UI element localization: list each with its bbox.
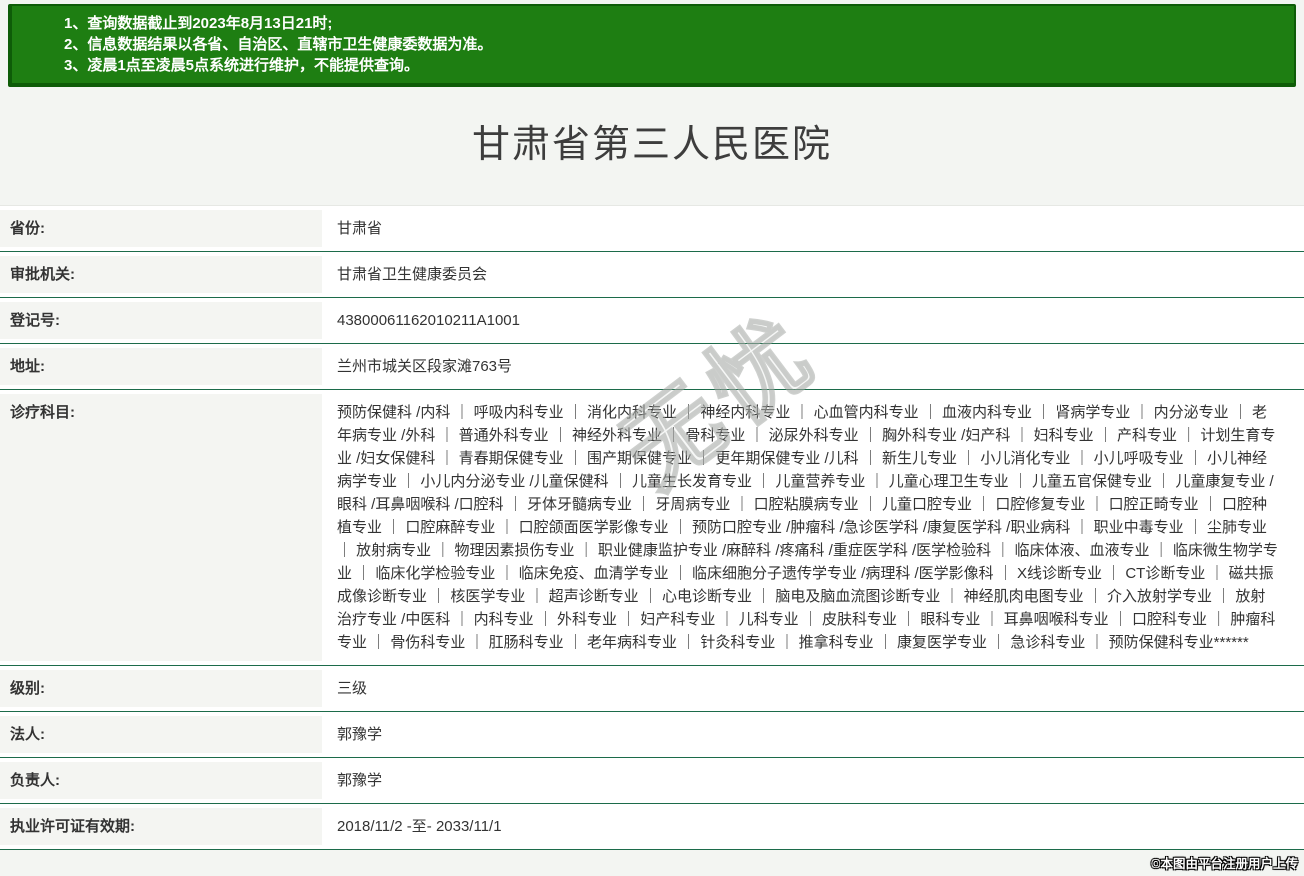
field-value: 43800061162010211A1001: [322, 298, 1304, 343]
hospital-info-table: 省份: 甘肃省 审批机关: 甘肃省卫生健康委员会 登记号: 4380006116…: [0, 205, 1304, 850]
field-label: 省份:: [0, 206, 322, 251]
hospital-title: 甘肃省第三人民医院: [0, 87, 1304, 167]
field-value: 预防保健科 /内科 ｜ 呼吸内科专业 ｜ 消化内科专业 ｜ 神经内科专业 ｜ 心…: [322, 390, 1304, 665]
table-row: 审批机关: 甘肃省卫生健康委员会: [0, 252, 1304, 298]
field-label: 审批机关:: [0, 252, 322, 297]
field-label: 地址:: [0, 344, 322, 389]
field-label: 登记号:: [0, 298, 322, 343]
field-value: 甘肃省卫生健康委员会: [322, 252, 1304, 297]
field-value: 郭豫学: [322, 758, 1304, 803]
field-label: 级别:: [0, 666, 322, 711]
field-value: 三级: [322, 666, 1304, 711]
notice-line: 2、信息数据结果以各省、自治区、直辖市卫生健康委数据为准。: [64, 34, 1284, 55]
table-row: 级别: 三级: [0, 666, 1304, 712]
table-row: 法人: 郭豫学: [0, 712, 1304, 758]
field-label: 执业许可证有效期:: [0, 804, 322, 849]
field-value: 郭豫学: [322, 712, 1304, 757]
field-label: 诊疗科目:: [0, 390, 322, 665]
table-row: 执业许可证有效期: 2018/11/2 -至- 2033/11/1: [0, 804, 1304, 850]
table-row: 地址: 兰州市城关区段家滩763号: [0, 344, 1304, 390]
table-row: 省份: 甘肃省: [0, 206, 1304, 252]
field-value: 兰州市城关区段家滩763号: [322, 344, 1304, 389]
field-value: 甘肃省: [322, 206, 1304, 251]
table-row: 登记号: 43800061162010211A1001: [0, 298, 1304, 344]
notice-line: 3、凌晨1点至凌晨5点系统进行维护，不能提供查询。: [64, 55, 1284, 76]
notice-banner: 1、查询数据截止到2023年8月13日21时; 2、信息数据结果以各省、自治区、…: [8, 4, 1296, 87]
table-row: 诊疗科目: 预防保健科 /内科 ｜ 呼吸内科专业 ｜ 消化内科专业 ｜ 神经内科…: [0, 390, 1304, 666]
field-label: 负责人:: [0, 758, 322, 803]
field-label: 法人:: [0, 712, 322, 757]
uploader-watermark: ©本图由平台注册用户上传: [1151, 853, 1298, 872]
table-row: 负责人: 郭豫学: [0, 758, 1304, 804]
field-value: 2018/11/2 -至- 2033/11/1: [322, 804, 1304, 849]
notice-line: 1、查询数据截止到2023年8月13日21时;: [64, 13, 1284, 34]
